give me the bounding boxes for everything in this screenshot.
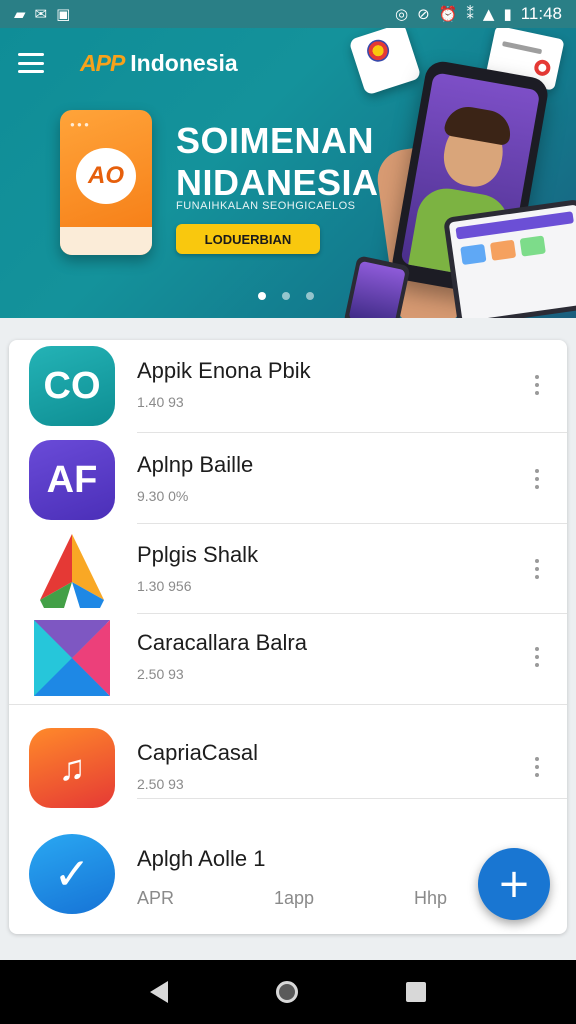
app-name: CapriaCasal [137, 740, 259, 765]
signal-icon: ▲ [482, 4, 495, 23]
app-meta: 9.30 0% [137, 488, 189, 504]
nfc-icon: ◎ [395, 4, 409, 23]
banner-title-line2: NIDANESIA [176, 162, 379, 203]
app-name: Caracallara Balra [137, 630, 307, 655]
back-icon[interactable] [150, 981, 168, 1003]
brand-prefix: APP [80, 50, 125, 76]
list-item[interactable]: CO Appik Enona Pbik 1.40 93 [9, 340, 567, 432]
app-meta: 2.50 93 [137, 666, 184, 682]
battery-icon: ▮ [503, 4, 512, 23]
app-list: CO Appik Enona Pbik 1.40 93 AF Aplnp Bai… [9, 340, 567, 934]
vibrate-icon: ⁑ [466, 4, 474, 23]
add-fab-button[interactable]: + [478, 848, 550, 920]
app-meta: 1.40 93 [137, 394, 184, 410]
more-options-icon[interactable] [525, 368, 549, 402]
brand-name: Indonesia [130, 50, 238, 76]
tab-apr[interactable]: APR [137, 888, 174, 909]
status-time: 11:48 [520, 4, 562, 23]
pager-dot-2[interactable] [282, 292, 290, 300]
mute-icon: ⊘ [417, 4, 430, 23]
banner-title-line1: SOIMENAN [176, 120, 375, 161]
more-options-icon[interactable] [525, 640, 549, 674]
tablet-illustration [443, 198, 576, 318]
app-meta: 2.50 93 [137, 776, 184, 792]
dots-icon: ● ● ● [70, 120, 89, 129]
app-name: Aplnp Baille [137, 452, 254, 477]
list-item[interactable]: AF Aplnp Baille 9.30 0% [9, 434, 567, 526]
system-nav-bar [0, 960, 576, 1024]
app-icon-play [29, 618, 115, 698]
app-icon-check: ✓ [29, 834, 115, 914]
promo-badge: AO [76, 148, 136, 204]
floating-app-card [348, 28, 422, 96]
pager-dot-3[interactable] [306, 292, 314, 300]
hero-banner[interactable]: APP Indonesia ● ● ● AO SOIMENAN NIDANESI… [0, 28, 576, 318]
alarm-icon: ⏰ [438, 4, 458, 23]
banner-subtitle: FUNAIHKALAN SEOHGICAELOS [176, 200, 356, 212]
list-item[interactable]: ♫ CapriaCasal 2.50 93 [9, 722, 567, 814]
status-bar: ▰ ✉ ▣ ◎ ⊘ ⏰ ⁑ ▲ ▮ 11:48 [0, 0, 576, 28]
more-options-icon[interactable] [525, 750, 549, 784]
banner-pager[interactable] [258, 292, 314, 300]
app-icon-music: ♫ [29, 728, 115, 808]
small-phone-illustration [343, 255, 411, 318]
gallery-icon: ▣ [56, 4, 71, 23]
list-item[interactable]: Caracallara Balra 2.50 93 [9, 612, 567, 704]
app-meta: 1.30 956 [137, 578, 192, 594]
home-icon[interactable] [276, 981, 298, 1003]
promo-app-card: ● ● ● AO [60, 110, 152, 255]
list-item[interactable]: Pplgis Shalk 1.30 956 [9, 524, 567, 616]
bottom-tabs: APR 1app Hhp [137, 888, 447, 909]
menu-icon[interactable] [18, 53, 44, 73]
tab-hhp[interactable]: Hhp [414, 888, 447, 909]
tab-1app[interactable]: 1app [274, 888, 314, 909]
more-options-icon[interactable] [525, 552, 549, 586]
app-name: Appik Enona Pbik [137, 358, 311, 383]
app-icon-teal: CO [29, 346, 115, 426]
app-icon-purple: AF [29, 440, 115, 520]
more-options-icon[interactable] [525, 462, 549, 496]
sms-icon: ✉ [34, 4, 48, 23]
app-name: Aplgh Aolle 1 [137, 846, 266, 871]
pager-dot-1[interactable] [258, 292, 266, 300]
banner-title: SOIMENAN NIDANESIA [176, 120, 379, 204]
recent-apps-icon[interactable] [406, 982, 426, 1002]
app-brand: APP Indonesia [80, 50, 238, 77]
app-icon-triangle [29, 530, 115, 610]
banner-cta-button[interactable]: LODUERBIAN [176, 224, 320, 254]
sim-icon: ▰ [14, 4, 26, 23]
app-name: Pplgis Shalk [137, 542, 259, 567]
